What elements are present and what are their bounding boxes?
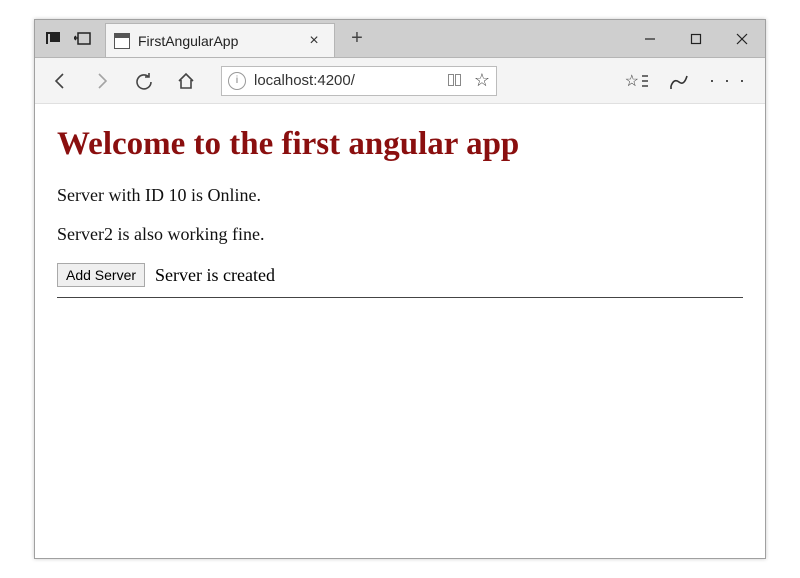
- titlebar: FirstAngularApp × +: [35, 20, 765, 58]
- browser-tab[interactable]: FirstAngularApp ×: [105, 23, 335, 57]
- page-favicon: [114, 33, 130, 49]
- browser-window: FirstAngularApp × +: [34, 19, 766, 559]
- web-note-icon[interactable]: [669, 72, 689, 90]
- addressbar-actions: ☆: [448, 70, 490, 91]
- server-status-1: Server with ID 10 is Online.: [57, 185, 743, 206]
- address-bar[interactable]: i localhost:4200/ ☆: [221, 66, 497, 96]
- add-server-button[interactable]: Add Server: [57, 263, 145, 287]
- tabs-aside-icon[interactable]: [41, 20, 69, 58]
- window-controls: [627, 20, 765, 57]
- server-created-text: Server is created: [155, 265, 275, 286]
- close-window-button[interactable]: [719, 20, 765, 57]
- page-heading: Welcome to the first angular app: [57, 126, 743, 163]
- reading-view-icon[interactable]: [448, 74, 464, 88]
- url-text: localhost:4200/: [254, 72, 440, 89]
- toolbar: i localhost:4200/ ☆ ☆ · · ·: [35, 58, 765, 104]
- set-aside-icon[interactable]: [69, 20, 97, 58]
- toolbar-right: ☆ · · ·: [625, 70, 753, 91]
- favorites-hub-icon[interactable]: ☆: [625, 71, 649, 91]
- tab-title: FirstAngularApp: [138, 33, 296, 49]
- settings-more-icon[interactable]: · · ·: [709, 70, 747, 91]
- page-viewport: Welcome to the first angular app Server …: [35, 104, 765, 558]
- maximize-button[interactable]: [673, 20, 719, 57]
- back-button[interactable]: [47, 68, 73, 94]
- divider: [57, 297, 743, 298]
- add-server-row: Add Server Server is created: [57, 263, 743, 287]
- new-tab-button[interactable]: +: [335, 20, 379, 57]
- forward-button[interactable]: [89, 68, 115, 94]
- refresh-button[interactable]: [131, 68, 157, 94]
- minimize-button[interactable]: [627, 20, 673, 57]
- server-status-2: Server2 is also working fine.: [57, 224, 743, 245]
- site-info-icon[interactable]: i: [228, 72, 246, 90]
- titlebar-spacer: [379, 20, 627, 57]
- home-button[interactable]: [173, 68, 199, 94]
- titlebar-left: [35, 20, 97, 57]
- tab-close-button[interactable]: ×: [304, 32, 324, 50]
- favorite-star-icon[interactable]: ☆: [474, 70, 490, 91]
